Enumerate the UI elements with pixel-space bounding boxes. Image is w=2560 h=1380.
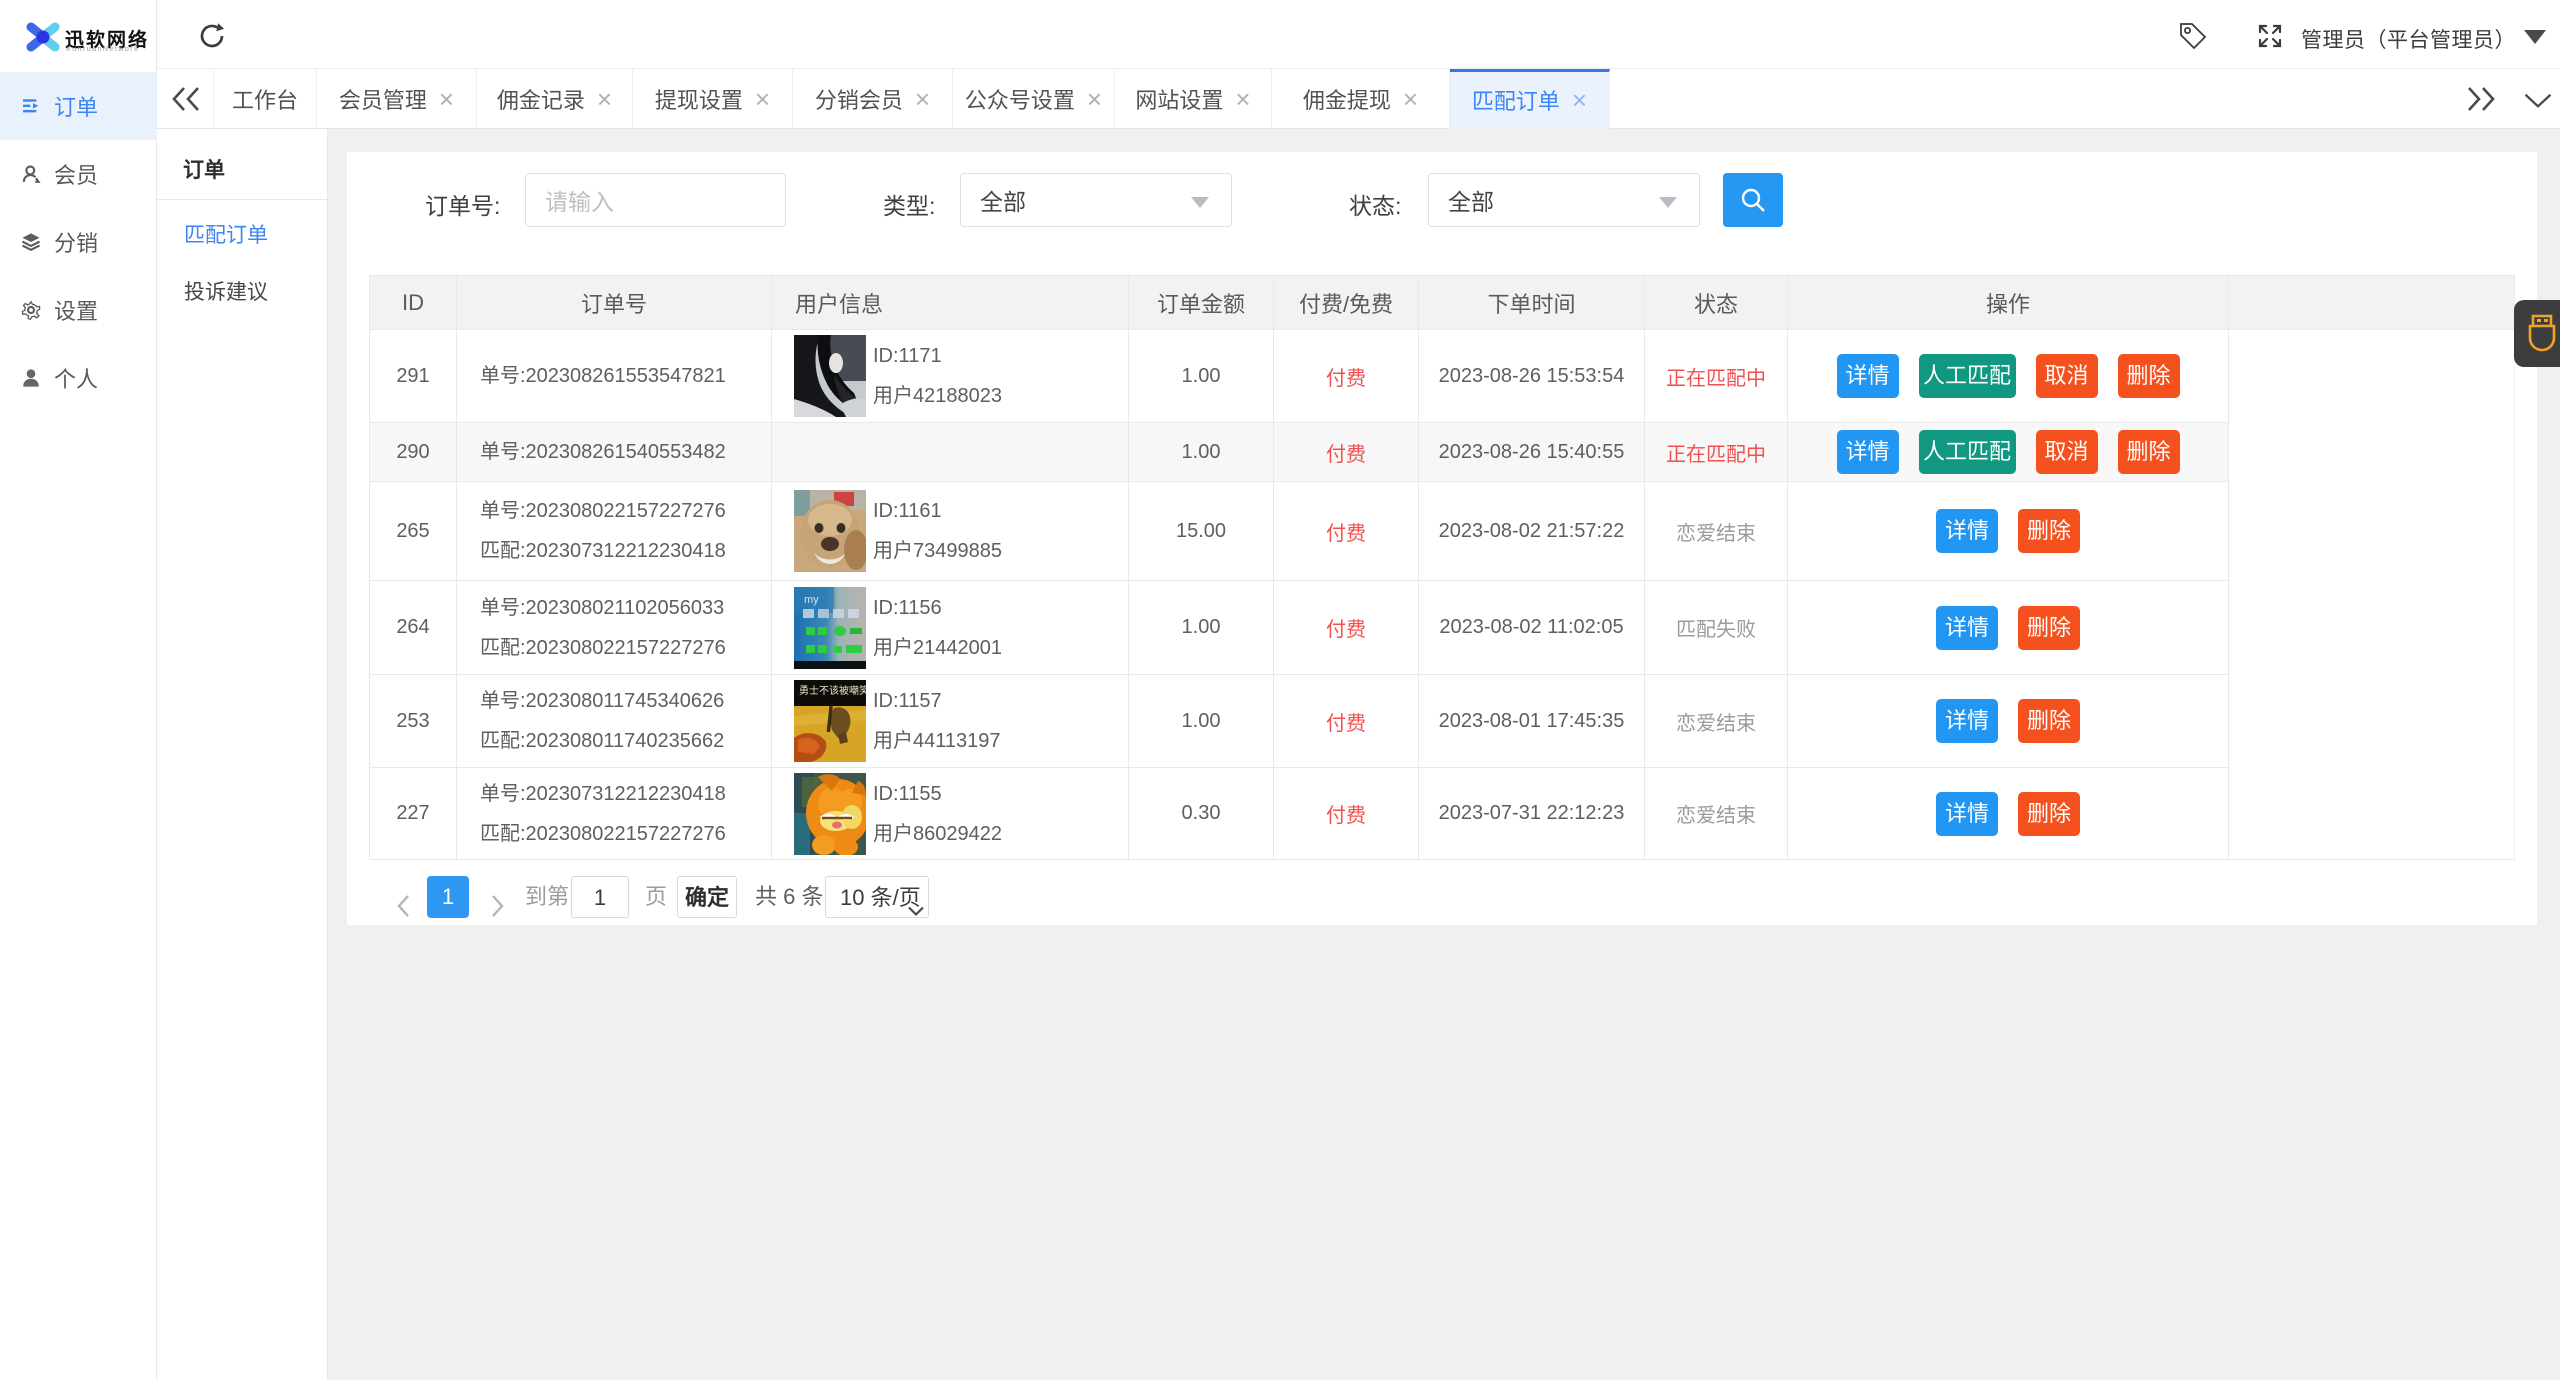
svg-text:勇士不该被嘲笑: 勇士不该被嘲笑 [799,684,866,697]
svg-text:my: my [804,594,819,606]
